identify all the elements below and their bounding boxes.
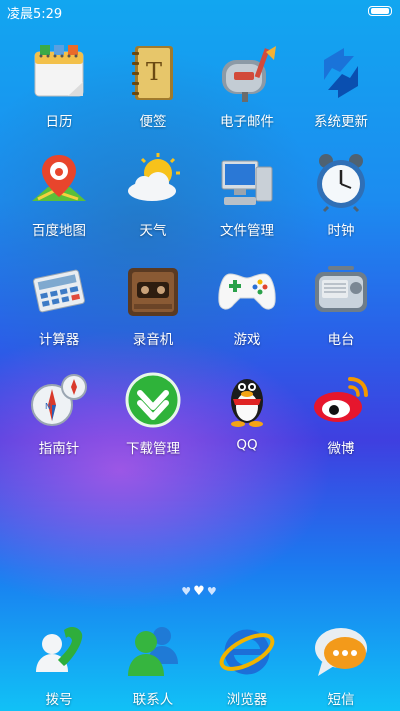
app-file-manager[interactable]: 文件管理: [199, 151, 295, 239]
penguin-icon: [216, 369, 278, 431]
message-bubble-icon: [310, 620, 372, 682]
app-label: 指南针: [38, 441, 80, 457]
app-compass[interactable]: N 指南针: [11, 369, 107, 457]
app-notepad[interactable]: T 便签: [105, 42, 201, 130]
app-label: 微博: [327, 441, 355, 457]
app-weather[interactable]: 天气: [105, 151, 201, 239]
app-label: 百度地图: [32, 223, 86, 239]
ie-browser-icon: [216, 620, 278, 682]
app-label: 电子邮件: [220, 114, 274, 130]
status-time: 凌晨5:29: [7, 7, 63, 22]
notepad-icon: T: [122, 42, 184, 104]
app-download-manager[interactable]: 下载管理: [105, 369, 201, 457]
alarm-clock-icon: [310, 151, 372, 213]
app-radio[interactable]: 电台: [293, 260, 389, 348]
calculator-icon: [28, 260, 90, 322]
app-label: 电台: [327, 332, 355, 348]
app-system-update[interactable]: 系统更新: [293, 42, 389, 130]
weibo-eye-icon: [310, 369, 372, 431]
page-dot: ♥: [181, 585, 194, 598]
app-label: 文件管理: [220, 223, 274, 239]
app-baidu-map[interactable]: 百度地图: [11, 151, 107, 239]
app-label: 天气: [139, 223, 167, 239]
status-bar: 凌晨5:29: [0, 0, 400, 22]
app-clock[interactable]: 时钟: [293, 151, 389, 239]
dock-browser[interactable]: 浏览器: [199, 620, 295, 708]
computer-icon: [216, 151, 278, 213]
radio-icon: [310, 260, 372, 322]
app-label: QQ: [236, 437, 258, 453]
gamepad-icon: [216, 260, 278, 322]
app-label: 浏览器: [226, 692, 268, 708]
app-label: 便签: [139, 114, 167, 130]
app-label: 游戏: [233, 332, 261, 348]
app-label: 短信: [327, 692, 355, 708]
calendar-icon: [28, 42, 90, 104]
battery-icon: [368, 6, 392, 16]
update-arrows-icon: [310, 42, 372, 104]
dock-contacts[interactable]: 联系人: [105, 620, 201, 708]
mailbox-icon: [216, 42, 278, 104]
app-calendar[interactable]: 日历: [11, 42, 107, 130]
page-dot: ♥: [206, 585, 219, 598]
page-indicator[interactable]: ♥♥♥: [0, 584, 400, 599]
contacts-icon: [122, 620, 184, 682]
app-recorder[interactable]: 录音机: [105, 260, 201, 348]
weather-sun-cloud-icon: [122, 151, 184, 213]
map-pin-icon: [28, 151, 90, 213]
phone-icon: [28, 620, 90, 682]
svg-text:T: T: [146, 58, 162, 86]
dock-dialer[interactable]: 拨号: [11, 620, 107, 708]
page-dot-active: ♥: [193, 584, 207, 599]
app-label: 下载管理: [126, 441, 180, 457]
tape-recorder-icon: [122, 260, 184, 322]
compass-icon: N: [28, 369, 90, 431]
app-label: 联系人: [132, 692, 174, 708]
app-games[interactable]: 游戏: [199, 260, 295, 348]
svg-text:N: N: [45, 402, 51, 411]
app-email[interactable]: 电子邮件: [199, 42, 295, 130]
app-qq[interactable]: QQ: [199, 369, 295, 453]
app-label: 计算器: [38, 332, 80, 348]
download-arrow-icon: [122, 369, 184, 431]
app-label: 时钟: [327, 223, 355, 239]
app-label: 录音机: [132, 332, 174, 348]
app-label: 拨号: [45, 692, 73, 708]
app-label: 日历: [45, 114, 73, 130]
dock-messages[interactable]: 短信: [293, 620, 389, 708]
app-label: 系统更新: [314, 114, 368, 130]
app-calculator[interactable]: 计算器: [11, 260, 107, 348]
app-weibo[interactable]: 微博: [293, 369, 389, 457]
